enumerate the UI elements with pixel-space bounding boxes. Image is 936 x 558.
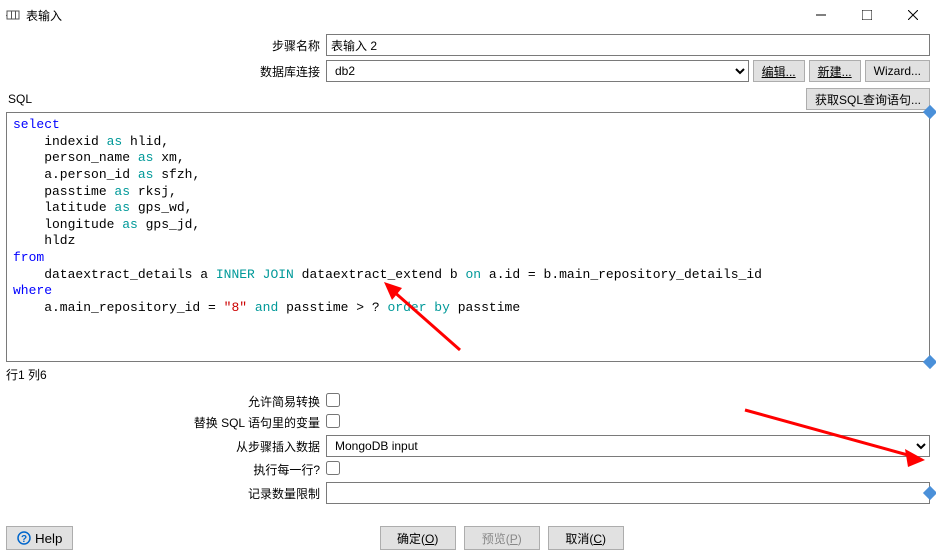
cursor-position-status: 行1 列6 (6, 366, 930, 383)
sql-editor[interactable]: select indexid as hlid, person_name as x… (6, 112, 930, 362)
step-name-input[interactable] (326, 34, 930, 56)
lazy-conversion-label: 允许简易转换 (6, 393, 326, 410)
wizard-button[interactable]: Wizard... (865, 60, 930, 82)
lazy-conversion-checkbox[interactable] (326, 393, 340, 407)
cancel-button[interactable]: 取消(C) (548, 526, 624, 550)
svg-text:?: ? (21, 534, 27, 545)
execute-each-row-checkbox[interactable] (326, 461, 340, 475)
insert-from-step-select[interactable]: MongoDB input (326, 435, 930, 457)
edit-connection-button[interactable]: 编辑... (753, 60, 805, 82)
execute-each-row-label: 执行每一行? (6, 461, 326, 478)
close-button[interactable] (890, 0, 936, 30)
titlebar: 表输入 (0, 0, 936, 30)
app-icon (6, 8, 20, 22)
minimize-button[interactable] (798, 0, 844, 30)
preview-button[interactable]: 预览(P) (464, 526, 540, 550)
sql-label: SQL (6, 92, 806, 106)
replace-vars-checkbox[interactable] (326, 414, 340, 428)
window-title: 表输入 (26, 7, 798, 24)
limit-label: 记录数量限制 (6, 485, 326, 502)
insert-from-step-label: 从步骤插入数据 (6, 438, 326, 455)
get-sql-button[interactable]: 获取SQL查询语句... (806, 88, 930, 110)
maximize-button[interactable] (844, 0, 890, 30)
ok-button[interactable]: 确定(O) (380, 526, 456, 550)
replace-vars-label: 替换 SQL 语句里的变量 (6, 414, 326, 431)
new-connection-button[interactable]: 新建... (809, 60, 861, 82)
connection-select[interactable]: db2 (326, 60, 749, 82)
limit-input[interactable] (326, 482, 930, 504)
step-name-label: 步骤名称 (6, 37, 326, 54)
help-icon: ? (17, 531, 31, 545)
connection-label: 数据库连接 (6, 63, 326, 80)
help-button[interactable]: ? Help (6, 526, 73, 550)
